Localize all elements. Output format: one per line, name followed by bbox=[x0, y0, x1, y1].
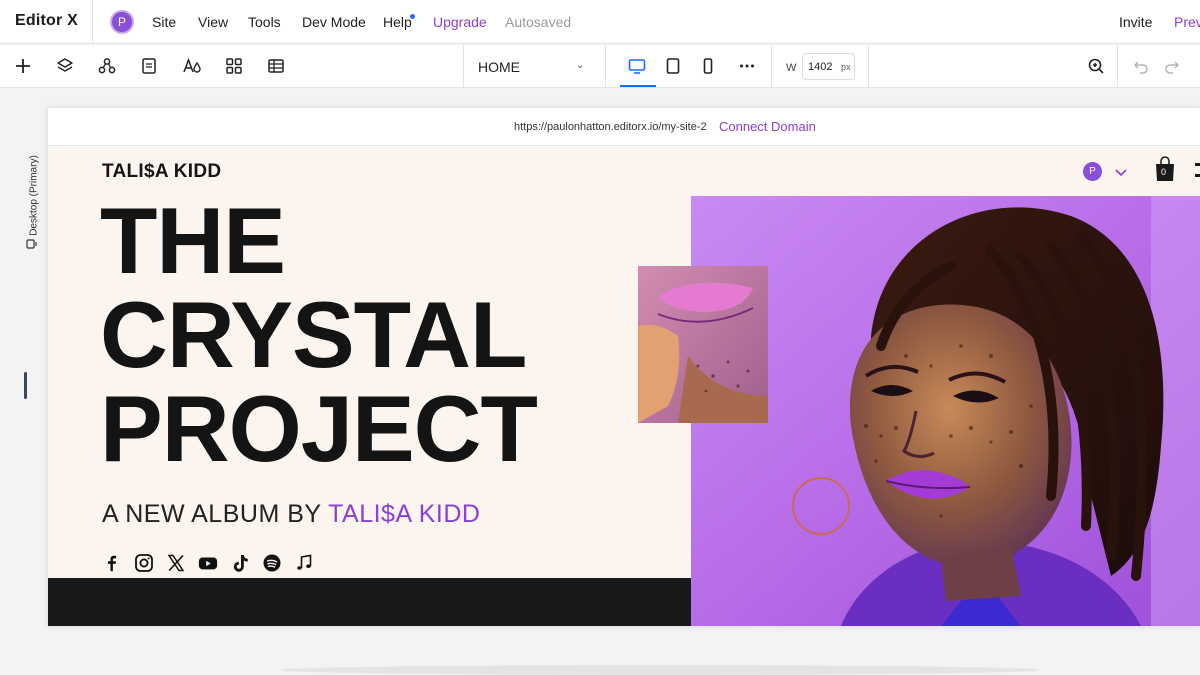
facebook-icon[interactable] bbox=[102, 552, 122, 574]
x-icon[interactable] bbox=[166, 552, 186, 574]
user-avatar[interactable]: P bbox=[110, 10, 134, 34]
theme-icon[interactable] bbox=[181, 55, 203, 77]
menu-view[interactable]: View bbox=[198, 14, 228, 30]
divider bbox=[92, 0, 93, 44]
apps-icon[interactable] bbox=[223, 55, 245, 77]
mobile-view-icon[interactable] bbox=[697, 55, 719, 77]
headline-line: PROJECT bbox=[100, 376, 538, 481]
upgrade-link[interactable]: Upgrade bbox=[433, 14, 487, 30]
menu-help[interactable]: Help bbox=[383, 14, 412, 30]
preview-button[interactable]: Previ bbox=[1174, 14, 1200, 30]
width-label: W bbox=[786, 62, 797, 74]
undo-icon[interactable] bbox=[1130, 55, 1152, 77]
divider bbox=[605, 45, 606, 88]
desktop-breakpoint-icon bbox=[26, 237, 38, 249]
subline-accent: TALI$A KIDD bbox=[328, 500, 481, 528]
cart-count: 0 bbox=[1161, 167, 1167, 177]
editor-toolbar: HOME ⌄ W 1402 px bbox=[0, 45, 1200, 88]
width-unit: px bbox=[841, 62, 851, 72]
menu-dev-mode[interactable]: Dev Mode bbox=[302, 14, 366, 30]
headline-line: CRYSTAL bbox=[100, 282, 527, 387]
more-breakpoints-icon[interactable] bbox=[736, 55, 758, 77]
site-headline[interactable]: THE CRYSTAL PROJECT bbox=[100, 188, 538, 481]
canvas-shadow bbox=[280, 665, 1040, 675]
redo-icon[interactable] bbox=[1161, 55, 1183, 77]
active-device-indicator bbox=[620, 85, 656, 87]
divider bbox=[771, 45, 772, 88]
cms-table-icon[interactable] bbox=[265, 55, 287, 77]
desktop-view-icon[interactable] bbox=[626, 55, 648, 77]
page-selector[interactable]: HOME bbox=[478, 59, 520, 75]
zoom-icon[interactable] bbox=[1085, 55, 1107, 77]
chevron-down-icon[interactable]: ⌄ bbox=[576, 60, 584, 71]
instagram-icon[interactable] bbox=[134, 552, 154, 574]
tablet-view-icon[interactable] bbox=[662, 55, 684, 77]
subline-prefix: A NEW ALBUM BY bbox=[102, 500, 329, 528]
social-bar bbox=[102, 552, 314, 576]
editor-canvas: https://paulonhatton.editorx.io/my-site-… bbox=[48, 108, 1200, 626]
components-icon[interactable] bbox=[96, 55, 118, 77]
spotify-icon[interactable] bbox=[262, 552, 282, 574]
chevron-down-icon[interactable] bbox=[1114, 165, 1128, 177]
resize-handle[interactable] bbox=[24, 372, 27, 399]
site-brand[interactable]: TALI$A KIDD bbox=[102, 161, 221, 183]
tiktok-icon[interactable] bbox=[230, 552, 250, 574]
menu-site[interactable]: Site bbox=[152, 14, 176, 30]
divider bbox=[868, 45, 869, 88]
connect-domain-link[interactable]: Connect Domain bbox=[719, 119, 816, 134]
site-subline[interactable]: A NEW ALBUM BY TALI$A KIDD bbox=[102, 500, 480, 529]
menu-tools[interactable]: Tools bbox=[248, 14, 281, 30]
youtube-icon[interactable] bbox=[198, 552, 218, 574]
site-url: https://paulonhatton.editorx.io/my-site-… bbox=[514, 121, 707, 133]
help-notification-dot bbox=[410, 14, 415, 19]
invite-button[interactable]: Invite bbox=[1119, 14, 1152, 30]
member-avatar[interactable]: P bbox=[1083, 162, 1102, 181]
footer-strip bbox=[48, 578, 691, 626]
divider bbox=[463, 45, 464, 88]
site-url-bar: https://paulonhatton.editorx.io/my-site-… bbox=[48, 108, 1200, 146]
top-bar: Editor X P Site View Tools Dev Mode Help… bbox=[0, 0, 1200, 44]
lips-closeup-image[interactable] bbox=[638, 266, 768, 423]
divider bbox=[1117, 45, 1118, 88]
site-preview: TALI$A KIDD THE CRYSTAL PROJECT A NEW AL… bbox=[48, 146, 1200, 626]
headline-line: THE bbox=[100, 188, 286, 293]
layers-icon[interactable] bbox=[54, 55, 76, 77]
width-value[interactable]: 1402 bbox=[808, 61, 832, 73]
menu-icon[interactable] bbox=[1195, 162, 1200, 180]
editor-logo[interactable]: Editor X bbox=[15, 12, 78, 30]
pages-icon[interactable] bbox=[138, 55, 160, 77]
autosave-status: Autosaved bbox=[505, 14, 572, 30]
music-note-icon[interactable] bbox=[294, 552, 314, 574]
add-elements-icon[interactable] bbox=[12, 55, 34, 77]
